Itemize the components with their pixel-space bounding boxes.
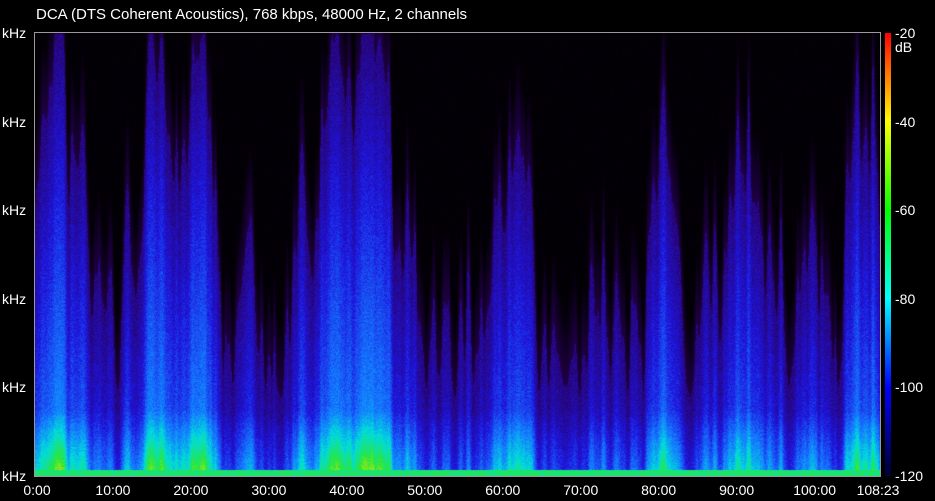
x-tick-label: 70:00 xyxy=(563,482,599,498)
y-tick-label: kHz xyxy=(2,25,27,41)
x-tick-label: 60:00 xyxy=(485,482,521,498)
colorbar-tick-label: -80 xyxy=(895,290,916,307)
colorbar-tick-label: -120 xyxy=(895,468,924,484)
x-tick-label: 50:00 xyxy=(407,482,443,498)
colorbar-tick-label: -40 xyxy=(895,113,916,130)
y-tick-label: kHz xyxy=(2,113,27,130)
colorbar-tick-label: -20 dB xyxy=(895,25,916,55)
x-tick-label: 40:00 xyxy=(329,482,365,498)
spectrogram-window: DCA (DTS Coherent Acoustics), 768 kbps, … xyxy=(0,0,935,501)
y-tick-label: kHz xyxy=(2,202,27,219)
x-tick-label: 100:00 xyxy=(793,482,837,498)
chart-title: DCA (DTS Coherent Acoustics), 768 kbps, … xyxy=(36,6,468,23)
x-tick-label: 108:23 xyxy=(856,482,900,498)
x-tick-label: 80:00 xyxy=(641,482,677,498)
x-tick-label: 30:00 xyxy=(251,482,287,498)
x-tick-label: 20:00 xyxy=(173,482,209,498)
y-tick-label: kHz xyxy=(2,468,27,484)
y-tick-label: kHz xyxy=(2,379,27,396)
x-tick-label: 10:00 xyxy=(95,482,131,498)
x-tick-label: 0:00 xyxy=(23,482,51,498)
y-tick-label: kHz xyxy=(2,290,27,307)
colorbar-tick-label: -100 xyxy=(895,379,924,396)
x-tick-label: 90:00 xyxy=(719,482,755,498)
color-scale-bar xyxy=(885,33,891,476)
colorbar-tick-label: -60 xyxy=(895,202,916,219)
spectrogram-plot xyxy=(35,33,880,476)
